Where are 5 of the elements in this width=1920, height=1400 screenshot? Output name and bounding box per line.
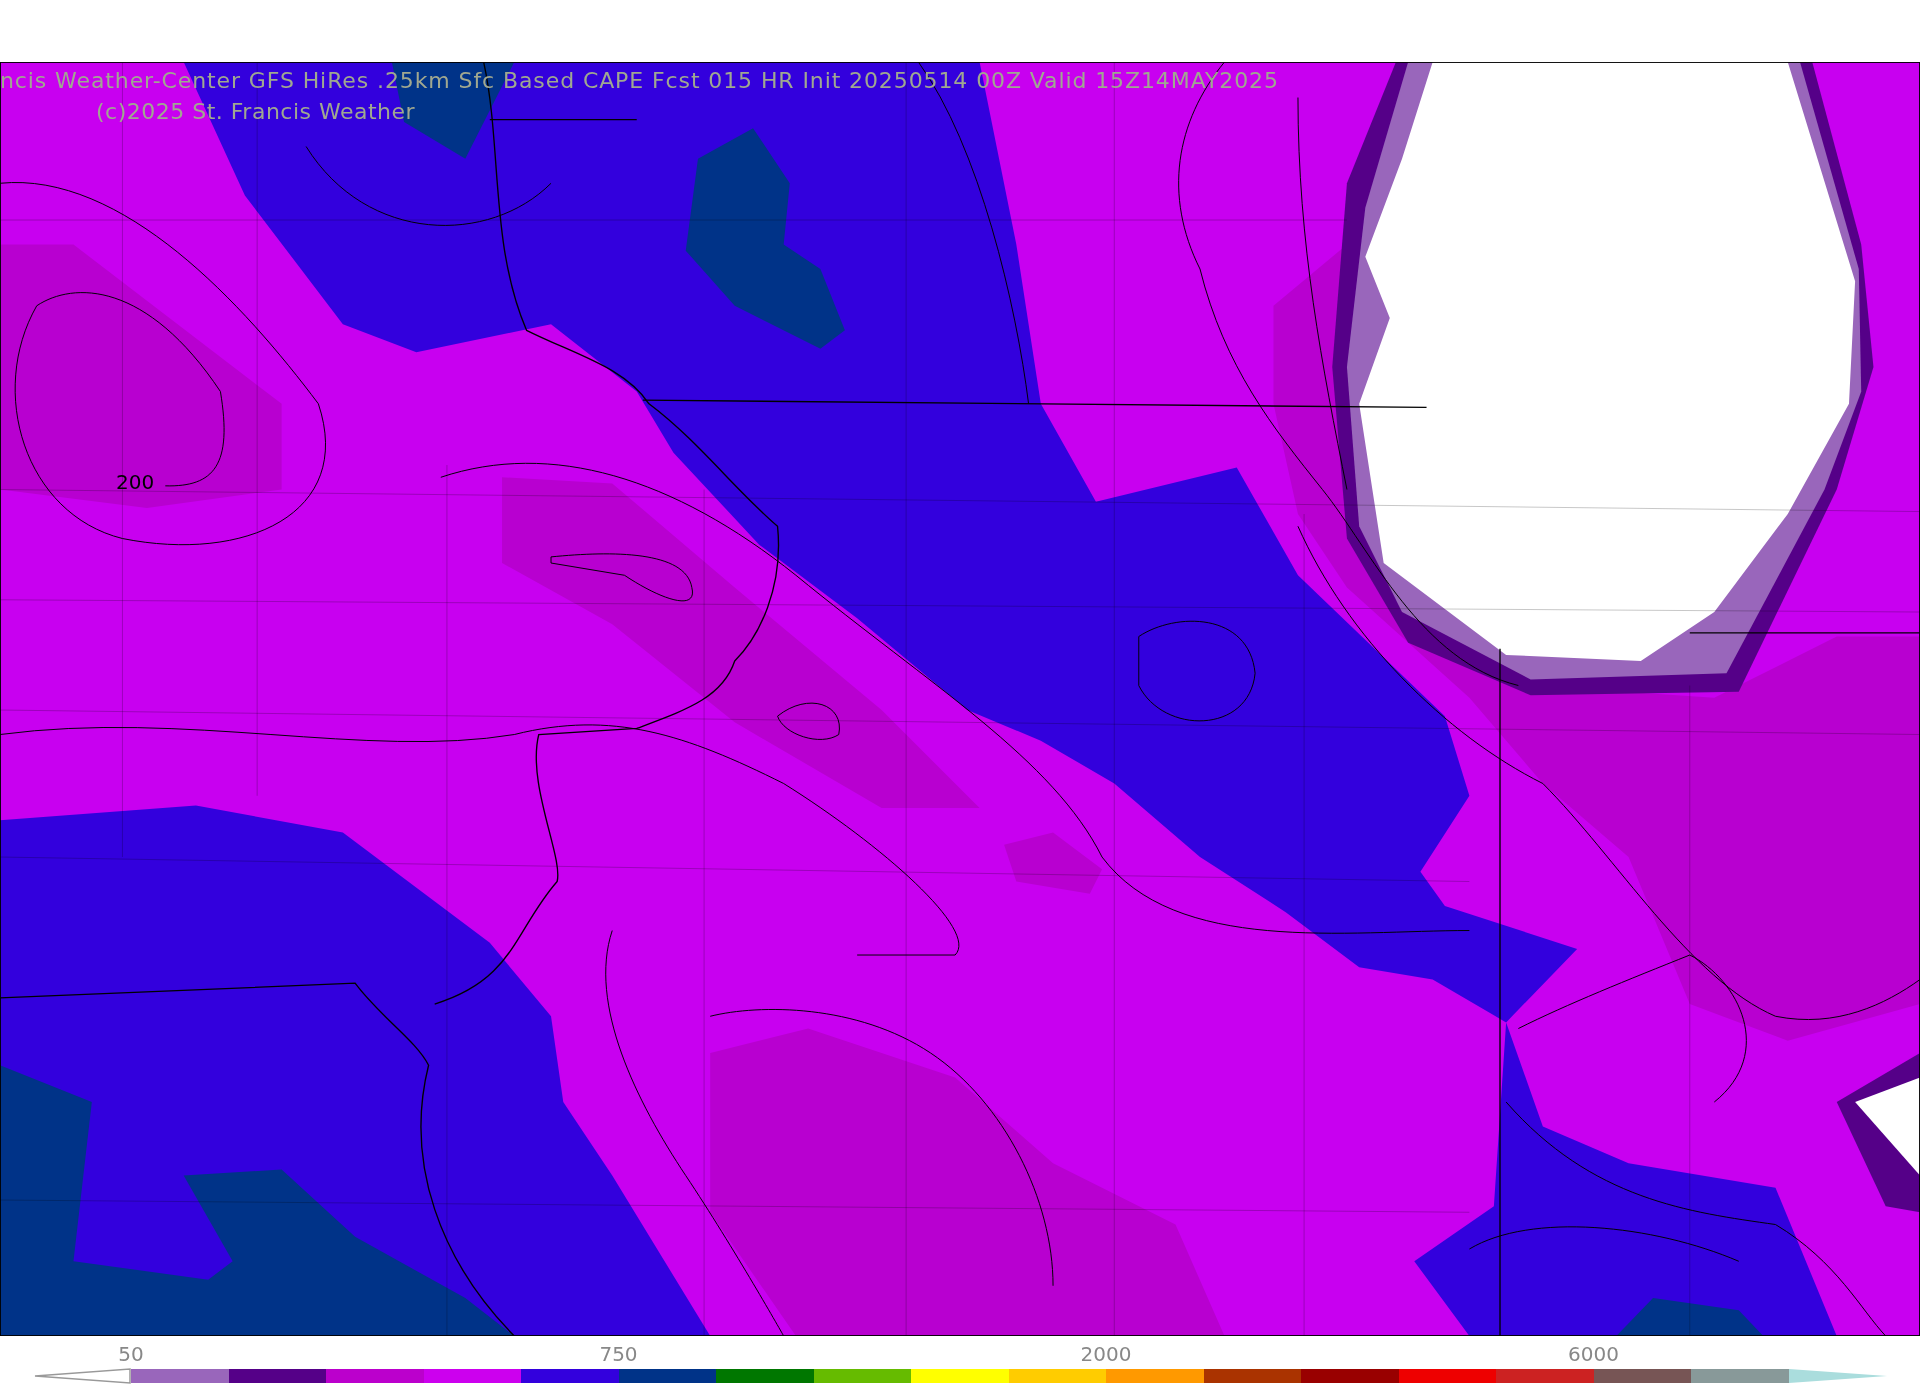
colorbar-tick-label: 750 <box>599 1344 638 1364</box>
colorbar-tick-label: 6000 <box>1568 1344 1619 1364</box>
colorbar-tick-label: 2000 <box>1080 1344 1132 1364</box>
contour-label: 200 <box>116 469 155 496</box>
colorbar-tick-label: 50 <box>118 1344 144 1364</box>
